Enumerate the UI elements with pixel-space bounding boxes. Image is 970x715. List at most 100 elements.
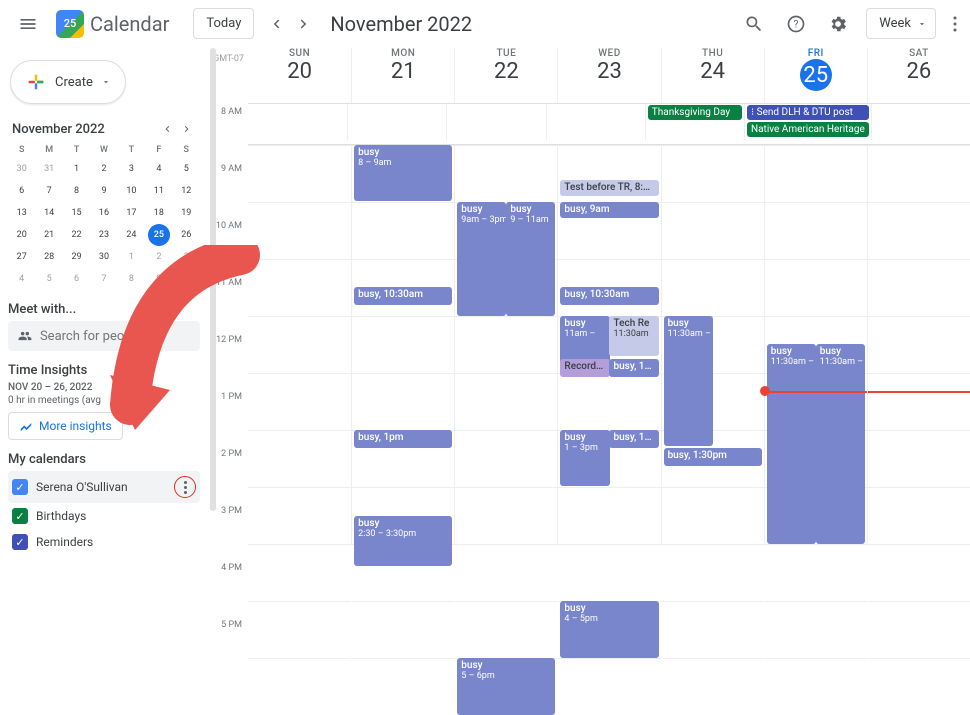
mini-day[interactable]: 5	[175, 158, 197, 180]
mini-day[interactable]: 13	[11, 202, 33, 224]
calendar-event[interactable]: busy5 – 6pm	[457, 658, 555, 715]
mini-day[interactable]: 9	[93, 180, 115, 202]
mini-day[interactable]: 2	[93, 158, 115, 180]
mini-day[interactable]: 8	[120, 268, 142, 290]
allday-cell[interactable]	[446, 104, 545, 140]
mini-day[interactable]: 15	[66, 202, 88, 224]
mini-day[interactable]: 1	[120, 246, 142, 268]
mini-day[interactable]: 10	[120, 180, 142, 202]
mini-day[interactable]: 8	[66, 180, 88, 202]
day-column[interactable]: busy8 – 9ambusy, 10:30ambusy, 1pmbusy2:3…	[351, 145, 454, 545]
mini-day[interactable]: 31	[38, 158, 60, 180]
day-column[interactable]: busy11:30am – busy, 1:30pm	[661, 145, 764, 545]
day-column[interactable]: busy11:30am – 4busy11:30am – 3	[764, 145, 867, 545]
mini-day[interactable]: 26	[175, 224, 197, 246]
allday-cell[interactable]	[248, 104, 347, 140]
mini-day[interactable]: 29	[66, 246, 88, 268]
day-column[interactable]	[867, 145, 970, 545]
mini-day[interactable]: 20	[11, 224, 33, 246]
overflow-menu-button[interactable]	[948, 16, 962, 32]
calendar-item[interactable]: ✓ Serena O'Sullivan	[8, 471, 200, 503]
calendar-checkbox[interactable]: ✓	[12, 534, 28, 550]
calendar-item[interactable]: ✓ Birthdays	[8, 503, 200, 529]
mini-day[interactable]: 9	[148, 268, 170, 290]
mini-day[interactable]: 6	[66, 268, 88, 290]
today-button[interactable]: Today	[193, 8, 254, 39]
day-column[interactable]	[248, 145, 351, 545]
mini-day[interactable]: 1	[66, 158, 88, 180]
mini-day[interactable]: 7	[38, 180, 60, 202]
mini-day[interactable]: 3	[120, 158, 142, 180]
calendar-event[interactable]: busy, 10:30am	[560, 287, 658, 305]
mini-day[interactable]: 30	[11, 158, 33, 180]
mini-day[interactable]: 11	[148, 180, 170, 202]
day-header[interactable]: WED 23	[557, 48, 660, 103]
allday-cell[interactable]	[347, 104, 446, 140]
create-button[interactable]: Create	[10, 60, 126, 104]
allday-cell[interactable]: Thanksgiving Day	[645, 104, 744, 140]
mini-day[interactable]: 27	[11, 246, 33, 268]
mini-day[interactable]: 28	[38, 246, 60, 268]
calendar-event[interactable]: busy1 – 3pm	[560, 430, 609, 486]
next-period-button[interactable]	[290, 10, 318, 38]
calendar-event[interactable]: busy11:30am –	[664, 316, 713, 446]
mini-day[interactable]: 30	[93, 246, 115, 268]
help-button[interactable]: ?	[778, 6, 814, 42]
allday-cell[interactable]: ⁝ Send DLH & DTU post Native American Her…	[744, 104, 871, 140]
day-header[interactable]: TUE 22	[454, 48, 557, 103]
mini-day[interactable]: 22	[66, 224, 88, 246]
more-insights-button[interactable]: More insights	[8, 412, 123, 440]
mini-day[interactable]: 12	[175, 180, 197, 202]
calendar-item[interactable]: ✓ Reminders	[8, 529, 200, 555]
view-switcher[interactable]: Week	[866, 8, 936, 39]
mini-day[interactable]: 7	[93, 268, 115, 290]
calendar-event[interactable]: busy11:30am – 3	[816, 344, 865, 544]
day-header[interactable]: THU 24	[661, 48, 764, 103]
mini-day[interactable]: 5	[38, 268, 60, 290]
settings-button[interactable]	[820, 6, 856, 42]
mini-next-button[interactable]	[178, 120, 196, 138]
day-column[interactable]: Test before TR, 8:30ambusy, 9ambusy, 10:…	[557, 145, 660, 545]
calendar-event[interactable]: busy, 12:30	[609, 359, 658, 377]
allday-event[interactable]: Native American Heritage	[747, 122, 869, 137]
prev-period-button[interactable]	[262, 10, 290, 38]
calendar-event[interactable]: busy, 1:30pm	[664, 448, 762, 466]
calendar-event[interactable]: Test before TR, 8:30am	[560, 180, 658, 196]
search-button[interactable]	[736, 6, 772, 42]
calendar-event[interactable]: Tech Re11:30am	[609, 316, 658, 356]
calendar-event[interactable]: busy11am –	[560, 316, 609, 364]
mini-day[interactable]: 3	[175, 246, 197, 268]
mini-day[interactable]: 19	[175, 202, 197, 224]
calendar-event[interactable]: busy, 10:30am	[354, 287, 452, 305]
search-people-input[interactable]	[40, 329, 190, 344]
day-header[interactable]: FRI 25	[764, 48, 867, 103]
main-menu-button[interactable]	[8, 4, 48, 44]
mini-day[interactable]: 21	[38, 224, 60, 246]
mini-day[interactable]: 10	[175, 268, 197, 290]
mini-day[interactable]: 6	[11, 180, 33, 202]
mini-day[interactable]: 17	[120, 202, 142, 224]
mini-day[interactable]: 4	[11, 268, 33, 290]
allday-event[interactable]: ⁝ Send DLH & DTU post	[747, 105, 869, 120]
calendar-event[interactable]: busy4 – 5pm	[560, 601, 658, 658]
calendar-event[interactable]: busy, 1pm	[354, 430, 452, 448]
mini-day[interactable]: 24	[120, 224, 142, 246]
allday-cell[interactable]	[546, 104, 645, 140]
calendar-event[interactable]: busy, 1pm	[609, 430, 658, 448]
calendar-checkbox[interactable]: ✓	[12, 508, 28, 524]
day-header[interactable]: SUN 20	[248, 48, 351, 103]
mini-day[interactable]: 25	[148, 224, 170, 246]
calendar-event[interactable]: busy11:30am – 4	[767, 344, 816, 544]
calendar-event[interactable]: Record WLS	[560, 359, 609, 377]
allday-event[interactable]: Thanksgiving Day	[648, 105, 742, 120]
mini-day[interactable]: 2	[148, 246, 170, 268]
mini-day[interactable]: 16	[93, 202, 115, 224]
calendar-event[interactable]: busy9 – 11am	[506, 202, 555, 316]
day-column[interactable]: busy9am – 3pmbusy9 – 11ambusy5 – 6pm	[454, 145, 557, 545]
calendar-event[interactable]: busy8 – 9am	[354, 145, 452, 201]
calendar-event[interactable]: busy2:30 – 3:30pm	[354, 516, 452, 566]
mini-day[interactable]: 14	[38, 202, 60, 224]
mini-day[interactable]: 23	[93, 224, 115, 246]
search-people-box[interactable]	[8, 321, 200, 351]
calendar-checkbox[interactable]: ✓	[12, 479, 28, 495]
